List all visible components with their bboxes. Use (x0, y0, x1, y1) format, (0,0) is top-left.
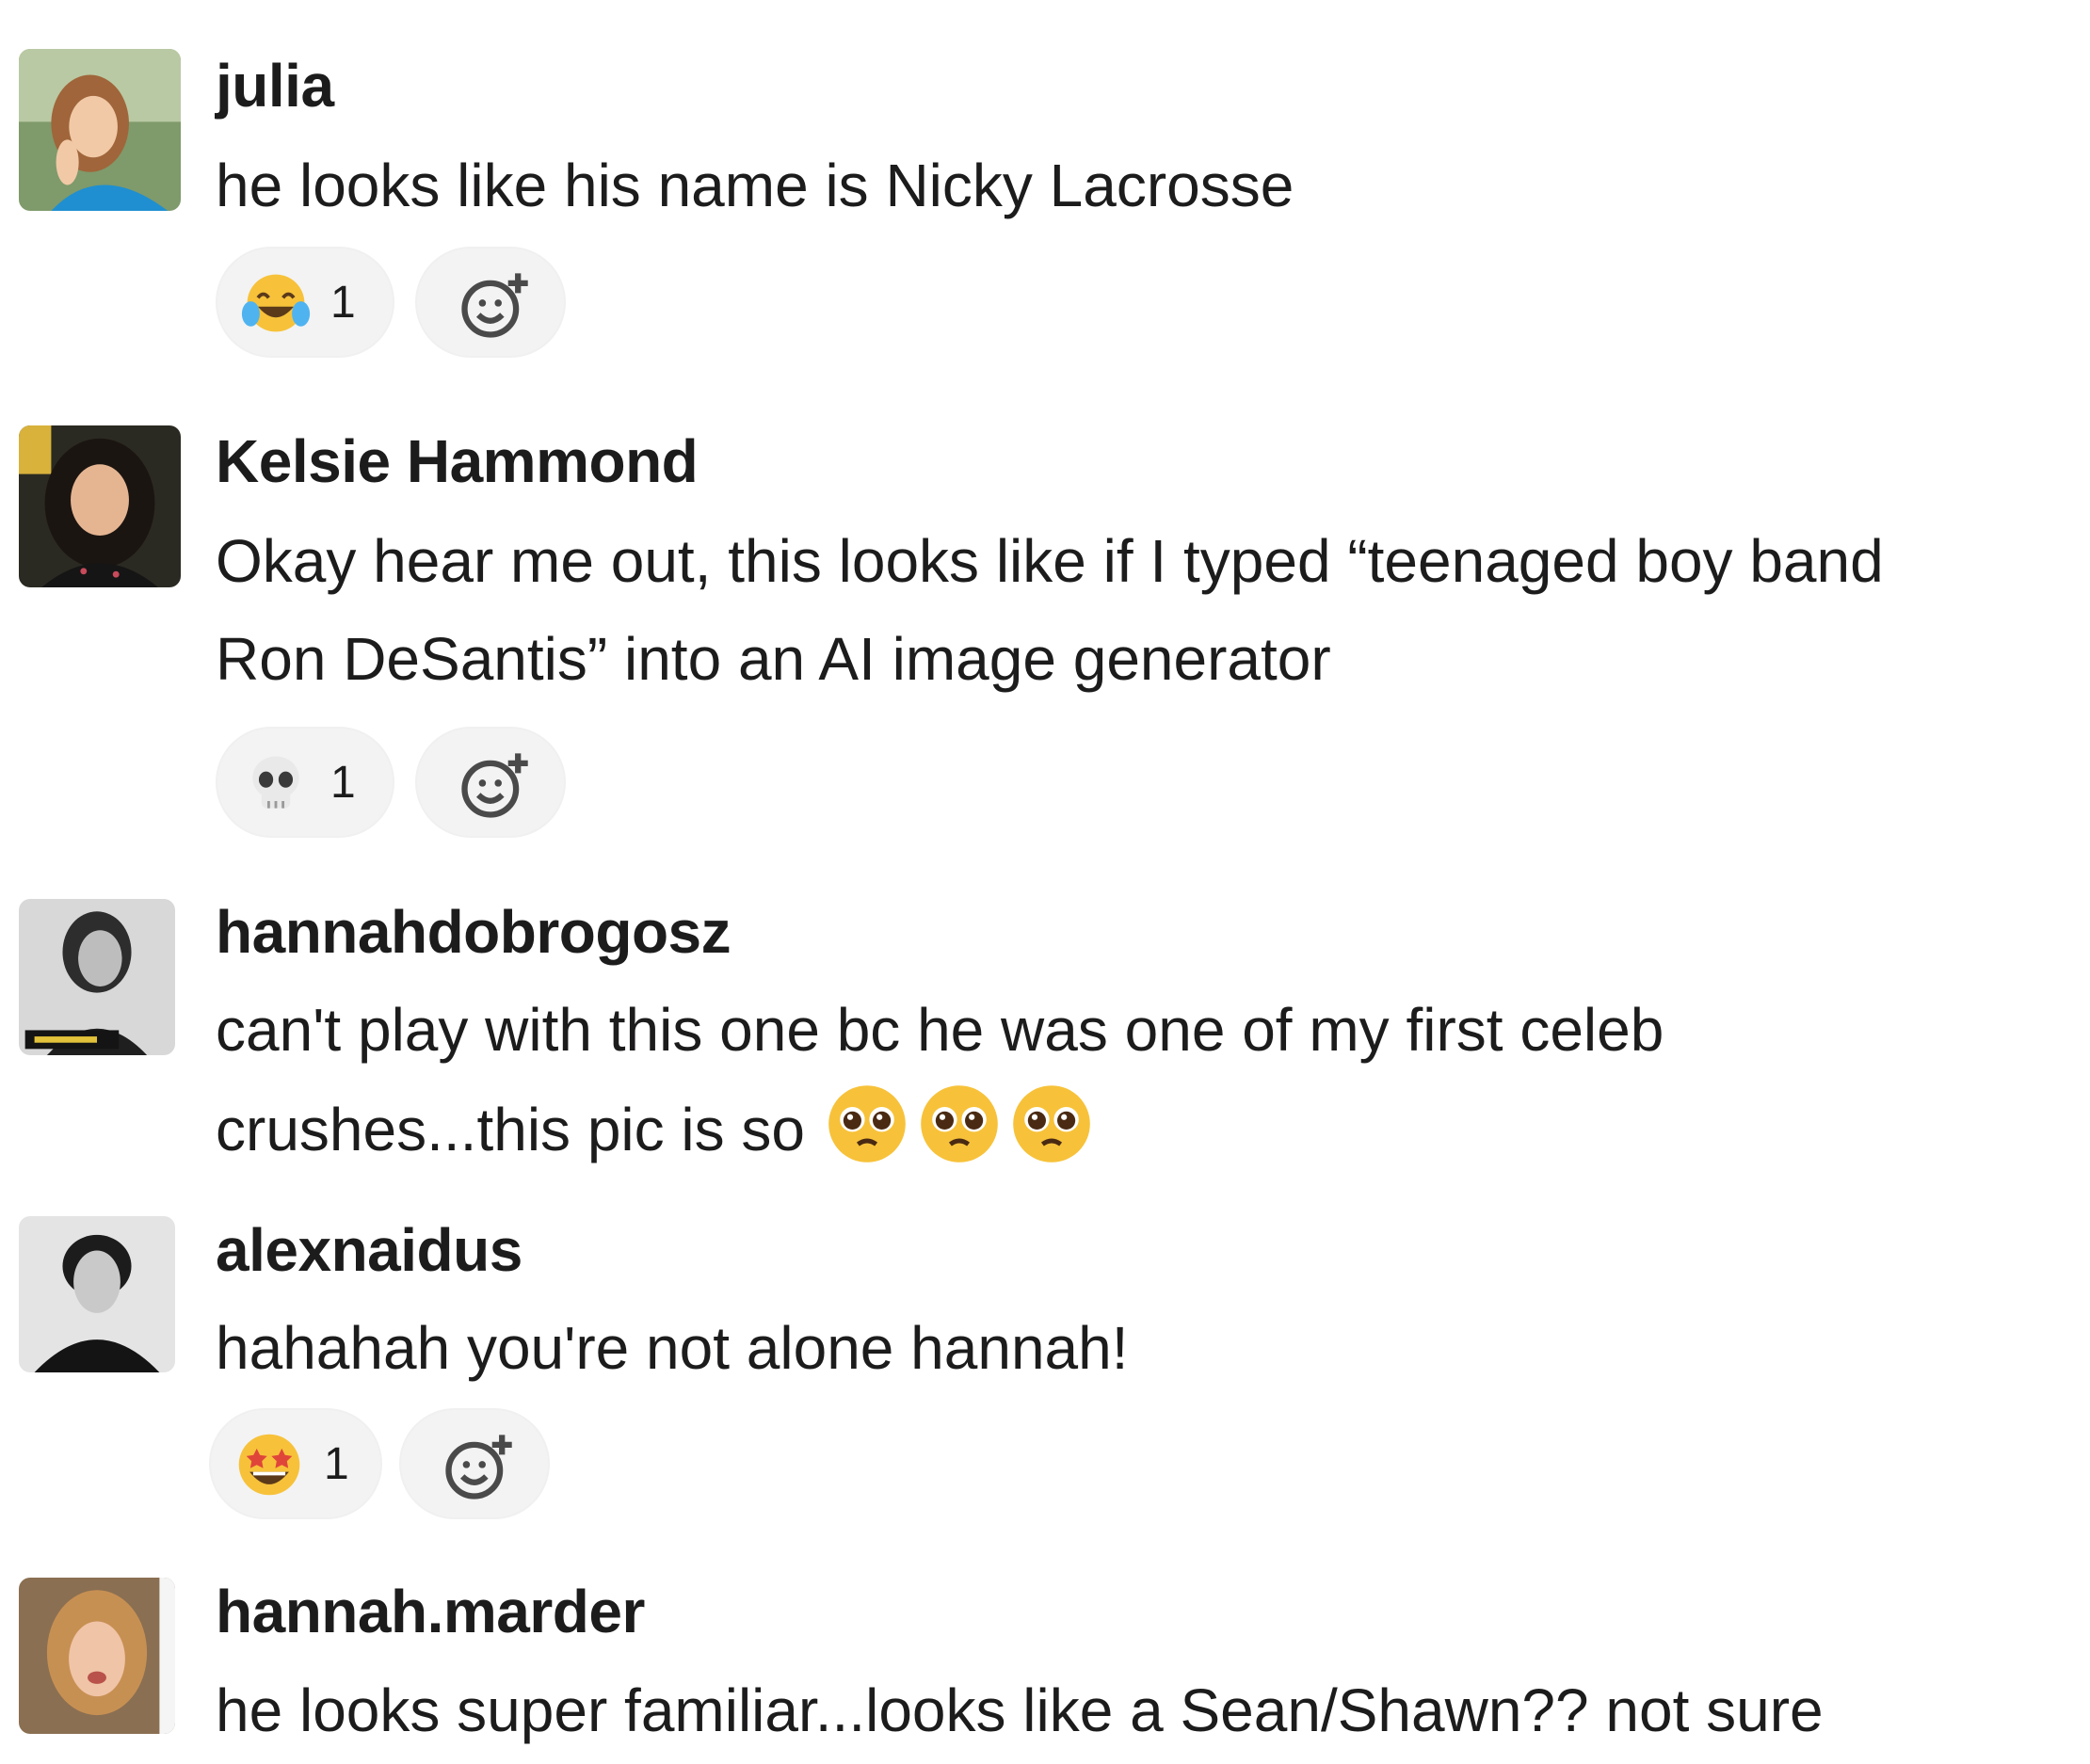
reaction-pill[interactable]: 1 (216, 727, 394, 838)
skull-emoji-icon (252, 756, 299, 809)
message-line: crushes...this pic is so (216, 1079, 1664, 1179)
avatar-kelsie-hammond[interactable] (19, 425, 181, 587)
message-feed: julia he looks like his name is Nicky La… (0, 0, 2090, 1764)
message-text: hahahah you're not alone hannah! (216, 1299, 1129, 1397)
add-reaction-button[interactable] (415, 247, 566, 358)
pleading-face-emoji-icon (822, 1079, 912, 1169)
reaction-count: 1 (324, 1439, 349, 1489)
message-text: can't play with this one bc he was one o… (216, 981, 1664, 1179)
message-line: can't play with this one bc he was one o… (216, 996, 1664, 1064)
star-struck-emoji-icon (238, 1434, 300, 1496)
avatar-julia-image (19, 49, 181, 211)
reaction-count: 1 (330, 758, 356, 808)
avatar-hannahdobrogosz-image (19, 899, 175, 1055)
author-name[interactable]: Kelsie Hammond (216, 425, 699, 497)
reaction-count: 1 (330, 278, 356, 328)
add-reaction-icon (445, 1435, 512, 1499)
avatar-kelsie-image (19, 425, 181, 587)
author-name[interactable]: hannah.marder (216, 1576, 645, 1647)
avatar-hannah-marder-image (19, 1578, 175, 1734)
joy-emoji-icon (241, 274, 311, 332)
add-reaction-icon (461, 273, 528, 338)
add-reaction-button[interactable] (399, 1408, 550, 1519)
message-line: hahahah you're not alone hannah! (216, 1314, 1129, 1382)
pleading-face-emoji-icon (1006, 1079, 1097, 1169)
reaction-pill[interactable]: 1 (216, 247, 394, 358)
avatar-hannahdobrogosz[interactable] (19, 899, 175, 1055)
message-text: he looks super familiar...looks like a S… (216, 1661, 1824, 1759)
message-line: he looks like his name is Nicky Lacrosse (216, 152, 1294, 219)
avatar-julia[interactable] (19, 49, 181, 211)
avatar-alexnaidus[interactable] (19, 1216, 175, 1372)
author-name[interactable]: alexnaidus (216, 1214, 522, 1286)
message-text: he looks like his name is Nicky Lacrosse (216, 136, 1294, 234)
add-reaction-icon (461, 753, 528, 818)
message-text: Okay hear me out, this looks like if I t… (216, 512, 1884, 708)
author-name[interactable]: julia (216, 50, 334, 121)
avatar-alexnaidus-image (19, 1216, 175, 1372)
avatar-hannah-marder[interactable] (19, 1578, 175, 1734)
message-line: Ron DeSantis” into an AI image generator (216, 625, 1331, 693)
reaction-pill[interactable]: 1 (209, 1408, 382, 1519)
message-line: he looks super familiar...looks like a S… (216, 1676, 1824, 1744)
message-line: Okay hear me out, this looks like if I t… (216, 527, 1884, 595)
add-reaction-button[interactable] (415, 727, 566, 838)
message-line-text: crushes...this pic is so (216, 1096, 805, 1163)
author-name[interactable]: hannahdobrogosz (216, 896, 732, 968)
pleading-face-emoji-icon (914, 1079, 1005, 1169)
